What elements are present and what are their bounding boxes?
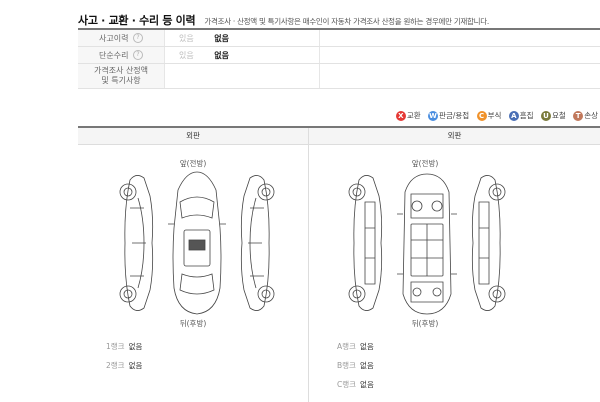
frame-car-diagram bbox=[345, 168, 509, 318]
legend-label: 손상 bbox=[584, 111, 598, 120]
frame-top-view bbox=[397, 174, 457, 314]
accident-answer: 없음 bbox=[214, 34, 229, 43]
legend-item-scratch: A흠집 bbox=[509, 111, 534, 120]
rank-value: 없음 bbox=[129, 361, 143, 370]
help-icon[interactable]: ? bbox=[133, 50, 143, 60]
scratch-badge-icon: A bbox=[509, 111, 519, 121]
exterior-car-diagram bbox=[116, 168, 278, 318]
history-value-cell: 있음 없음 bbox=[165, 47, 320, 64]
rear-caption: 뒤(후방) bbox=[163, 318, 223, 329]
rank-value: 없음 bbox=[129, 342, 143, 351]
history-row-appraisal: 가격조사 산정액 및 특기사항 bbox=[78, 64, 600, 89]
car-top-view bbox=[168, 172, 226, 314]
section-title: 사고 · 교환 · 수리 등 이력 bbox=[78, 14, 195, 27]
rank-value: 없음 bbox=[360, 361, 374, 370]
car-right-side-view bbox=[241, 175, 274, 310]
dent-badge-icon: U bbox=[541, 111, 551, 121]
history-label-cell: 단순수리 ? bbox=[78, 47, 165, 64]
damage-badge-icon: T bbox=[573, 111, 583, 121]
appraisal-label-cell: 가격조사 산정액 및 특기사항 bbox=[78, 64, 165, 89]
corrosion-badge-icon: C bbox=[477, 111, 487, 121]
rank-value: 없음 bbox=[360, 380, 374, 389]
appraisal-label-line2: 및 특기사항 bbox=[78, 76, 164, 86]
damage-legend: X교환 W판금/용접 C부식 A흠집 U요철 T손상 bbox=[391, 110, 598, 121]
repair-status-label: 있음 bbox=[179, 51, 194, 60]
legend-item-dent: U요철 bbox=[541, 111, 566, 120]
history-extra-cell bbox=[320, 47, 600, 64]
history-value-cell: 있음 없음 bbox=[165, 29, 320, 47]
history-label-cell: 사고이력 ? bbox=[78, 29, 165, 47]
rank-row: C랭크 없음 bbox=[337, 379, 374, 390]
history-row-repair: 단순수리 ? 있음 없음 bbox=[78, 47, 600, 64]
help-icon[interactable]: ? bbox=[133, 33, 143, 43]
section-header: 사고 · 교환 · 수리 등 이력 가격조사 · 산정액 및 특기사항은 매수인… bbox=[78, 9, 489, 28]
rank-label: B랭크 bbox=[337, 361, 356, 370]
legend-item-corrosion: C부식 bbox=[477, 111, 502, 120]
exterior-panel-header: 외판 bbox=[78, 128, 308, 145]
history-extra-cell bbox=[320, 29, 600, 47]
rank-label: 2랭크 bbox=[106, 361, 125, 370]
rank-row: A랭크 없음 bbox=[337, 341, 374, 352]
legend-label: 교환 bbox=[407, 111, 421, 120]
rank-label: C랭크 bbox=[337, 380, 356, 389]
rank-value: 없음 bbox=[360, 342, 374, 351]
section-description: 가격조사 · 산정액 및 특기사항은 매수인이 자동차 가격조사 산정을 원하는… bbox=[204, 17, 489, 26]
appraisal-extra-cell bbox=[320, 64, 600, 89]
simple-repair-label: 단순수리 bbox=[99, 51, 128, 60]
welding-badge-icon: W bbox=[428, 111, 438, 121]
history-row-accident: 사고이력 ? 있음 없음 bbox=[78, 29, 600, 47]
rank-row: 1랭크 없음 bbox=[106, 341, 142, 352]
exchange-badge-icon: X bbox=[396, 111, 406, 121]
inspection-diagram-panels: 외판 앞(전방) bbox=[78, 126, 600, 402]
rear-caption: 뒤(후방) bbox=[395, 318, 455, 329]
inspection-page: 사고 · 교환 · 수리 등 이력 가격조사 · 산정액 및 특기사항은 매수인… bbox=[0, 0, 600, 400]
rank-row: B랭크 없음 bbox=[337, 360, 374, 371]
appraisal-label-line1: 가격조사 산정액 bbox=[78, 66, 164, 76]
legend-label: 흠집 bbox=[520, 111, 534, 120]
legend-label: 부식 bbox=[488, 111, 502, 120]
legend-item-welding: W판금/용접 bbox=[428, 111, 469, 120]
legend-item-damage: T손상 bbox=[573, 111, 598, 120]
accident-status-label: 있음 bbox=[179, 34, 194, 43]
frame-right-side-view bbox=[472, 175, 505, 310]
accident-history-label: 사고이력 bbox=[99, 34, 128, 43]
history-table: 사고이력 ? 있음 없음 단순수리 ? 있음 없음 가격조사 산정액 및 특 bbox=[78, 28, 600, 89]
rank-row: 2랭크 없음 bbox=[106, 360, 142, 371]
rank-label: 1랭크 bbox=[106, 342, 125, 351]
frame-panel: 외판 앞(전방) bbox=[309, 128, 600, 402]
legend-label: 판금/용접 bbox=[439, 111, 469, 120]
legend-label: 요철 bbox=[552, 111, 566, 120]
repair-answer: 없음 bbox=[214, 51, 229, 60]
frame-left-side-view bbox=[349, 175, 382, 310]
frame-panel-header: 외판 bbox=[309, 128, 600, 145]
car-left-side-view bbox=[120, 175, 153, 310]
appraisal-value-cell bbox=[165, 64, 320, 89]
exterior-panel: 외판 앞(전방) bbox=[78, 128, 309, 402]
rank-label: A랭크 bbox=[337, 342, 356, 351]
legend-item-exchange: X교환 bbox=[396, 111, 421, 120]
